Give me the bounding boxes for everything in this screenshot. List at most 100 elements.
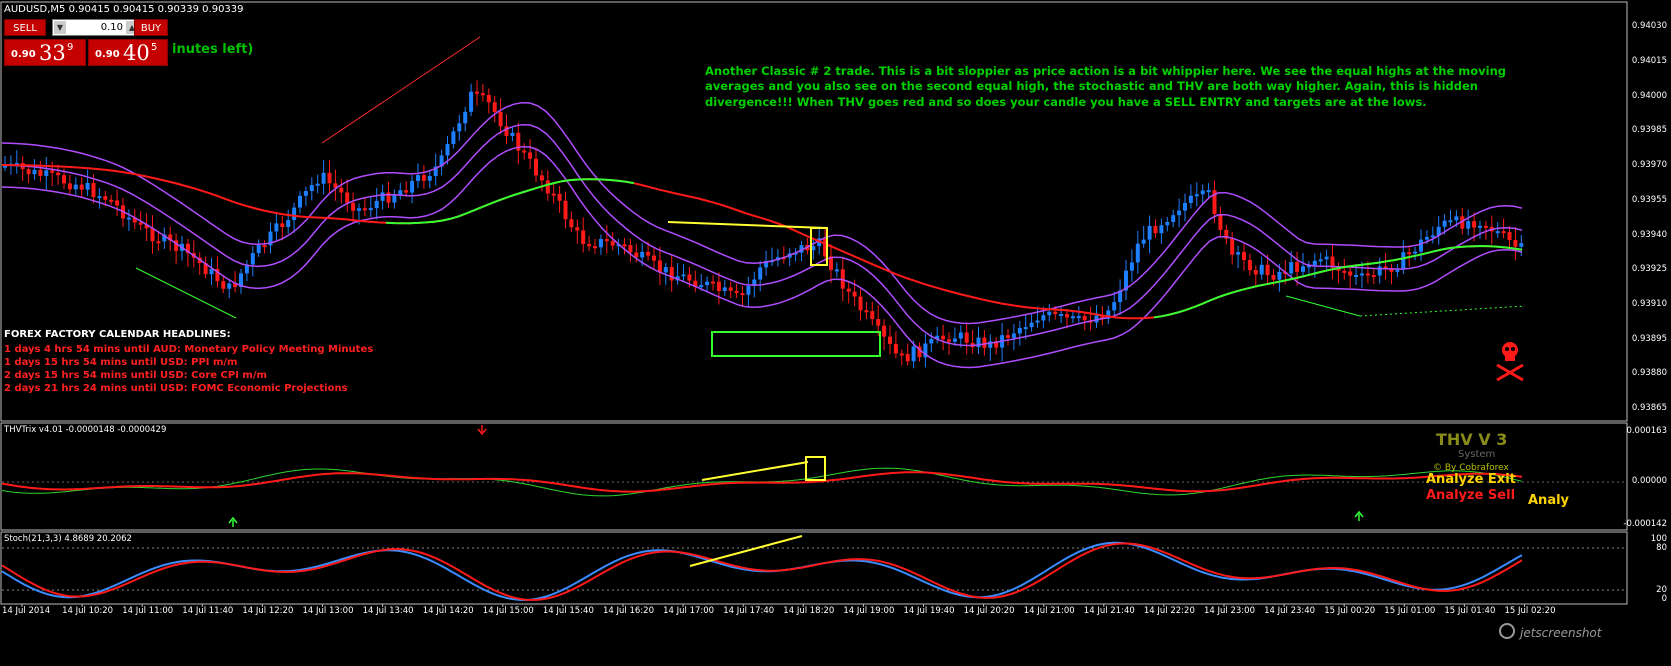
candle-body <box>1194 194 1199 197</box>
analyze-exit-label: Analyze Exit <box>1426 472 1516 487</box>
candle-body <box>404 190 409 193</box>
candle-body <box>303 191 308 196</box>
candle-body <box>557 193 562 201</box>
candle-body <box>256 245 261 254</box>
candle-body <box>952 338 957 342</box>
candle-body <box>563 200 568 220</box>
time-label: 14 Jul 11:00 <box>122 606 174 616</box>
price-tick: 0.93880 <box>1631 368 1667 378</box>
candle-body <box>699 285 704 288</box>
chart-window[interactable]: AUDUSD,M5 0.90415 0.90415 0.90339 0.9033… <box>0 0 1671 666</box>
time-label: 14 Jul 22:20 <box>1143 606 1195 616</box>
candle-body <box>1466 221 1471 229</box>
candle-body <box>864 310 869 313</box>
candle-body <box>628 245 633 253</box>
thv-title: THV V 3 <box>1436 430 1508 449</box>
candle-body <box>250 253 255 265</box>
stoch-axis-tick: 80 <box>1656 543 1667 553</box>
price-tick: 0.93970 <box>1631 160 1667 170</box>
candle-body <box>380 192 385 201</box>
candle-body <box>480 93 485 96</box>
candle-body <box>457 123 462 132</box>
candle-body <box>1165 221 1170 226</box>
lot-size-field[interactable]: ▼ 0.10 ▲ <box>52 19 140 36</box>
candle-body <box>1483 225 1488 228</box>
candle-body <box>56 172 61 176</box>
candle-body <box>1259 264 1264 275</box>
news-title: FOREX FACTORY CALENDAR HEADLINES: <box>4 329 231 340</box>
candle-body <box>1448 220 1453 223</box>
lot-size-value[interactable]: 0.10 <box>101 20 123 35</box>
sell-button[interactable]: SELL <box>4 19 46 36</box>
candle-body <box>1318 259 1323 262</box>
candle-body <box>1371 275 1376 278</box>
watermark-text: jetscreenshot <box>1520 626 1602 640</box>
candle-body <box>1513 240 1518 247</box>
candle-body <box>274 223 279 232</box>
one-click-trading-panel: SELL ▼ 0.10 ▲ BUY 0.90 33 9 0.90 40 5 <box>4 19 176 67</box>
candle-body <box>1047 311 1052 316</box>
candle-body <box>44 170 49 176</box>
candle-body <box>1082 316 1087 321</box>
candle-body <box>1519 243 1524 247</box>
candle-body <box>1395 269 1400 272</box>
buy-button[interactable]: BUY <box>134 19 168 36</box>
candle-body <box>510 132 515 136</box>
price-tick: 0.93865 <box>1631 403 1667 413</box>
candle-body <box>604 239 609 242</box>
trix-axis-tick: -0.000142 <box>1623 519 1667 529</box>
candle-body <box>622 244 627 247</box>
candle-body <box>1159 225 1164 234</box>
candle-body <box>1354 274 1359 277</box>
trix-axis-tick: 0.00000 <box>1631 476 1667 486</box>
candle-body <box>156 241 161 244</box>
candle-body <box>964 332 969 343</box>
sell-price-box[interactable]: 0.90 33 9 <box>4 39 86 66</box>
time-label: 14 Jul 15:40 <box>542 606 594 616</box>
candle-body <box>834 269 839 272</box>
candle-body <box>345 192 350 203</box>
candle-body <box>687 274 692 281</box>
price-tick: 0.93910 <box>1631 299 1667 309</box>
time-label: 14 Jul 19:40 <box>903 606 955 616</box>
candle-body <box>292 207 297 221</box>
trade-annotation-text: Another Classic # 2 trade. This is a bit… <box>705 64 1507 109</box>
candle-body <box>958 332 963 339</box>
candle-body <box>451 131 456 145</box>
candle-body <box>870 311 875 319</box>
candle-body <box>593 246 597 249</box>
news-item: 1 days 4 hrs 54 mins until AUD: Monetary… <box>4 344 374 355</box>
candle-body <box>32 169 37 175</box>
candle-body <box>91 182 96 198</box>
candle-body <box>581 230 586 244</box>
candle-body <box>905 353 910 362</box>
candle-body <box>740 293 745 296</box>
candle-body <box>1424 236 1429 240</box>
candle-body <box>1495 231 1500 234</box>
price-tick: 0.94015 <box>1631 56 1667 66</box>
candle-body <box>26 169 31 175</box>
candle-body <box>339 187 344 193</box>
candle-body <box>150 228 155 242</box>
candle-body <box>309 185 314 192</box>
candle-body <box>357 208 361 211</box>
trix-axis-tick: 0.000163 <box>1626 426 1667 436</box>
candle-body <box>539 175 544 181</box>
candle-body <box>1017 327 1022 334</box>
candle-body <box>463 111 468 124</box>
candle-body <box>893 343 898 354</box>
candle-body <box>522 150 527 153</box>
buy-price-box[interactable]: 0.90 40 5 <box>88 39 168 66</box>
candle-body <box>445 144 450 156</box>
candle-body <box>475 91 479 94</box>
time-label: 14 Jul 23:00 <box>1204 606 1255 616</box>
lot-decrease-icon[interactable]: ▼ <box>54 21 66 34</box>
analyze-cut-label: Analy <box>1528 493 1570 508</box>
candle-body <box>1454 216 1459 221</box>
candle-body <box>899 353 904 356</box>
candle-body <box>1478 225 1482 228</box>
price-tick: 0.93925 <box>1631 264 1667 274</box>
price-axis[interactable]: 0.94030 0.94015 0.94000 0.93985 0.93970 … <box>1623 0 1671 666</box>
candle-body <box>1289 262 1294 274</box>
candle-body <box>410 180 415 193</box>
